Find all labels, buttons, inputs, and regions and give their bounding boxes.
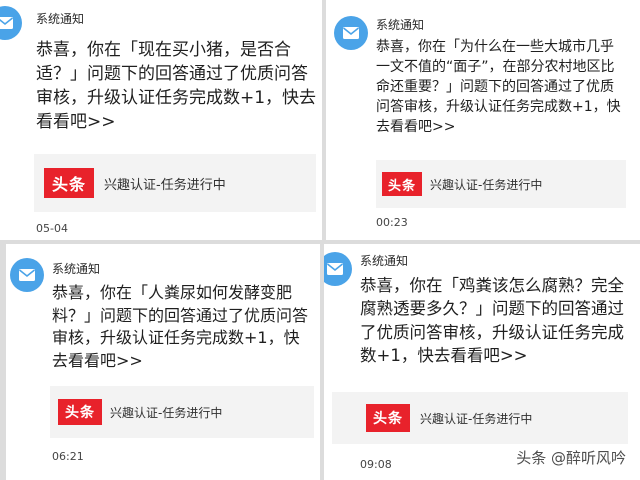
notification-message: 恭喜，你在「人粪尿如何发酵变肥料？」问题下的回答通过了优质问答审核，升级认证任务… bbox=[52, 283, 309, 371]
toutiao-logo: 头条 bbox=[58, 399, 102, 425]
toutiao-logo: 头条 bbox=[366, 404, 410, 432]
sender-name: 系统通知 bbox=[376, 18, 425, 32]
timestamp: 09:08 bbox=[360, 458, 392, 471]
mail-envelope-icon bbox=[10, 258, 44, 292]
mail-envelope-icon bbox=[324, 252, 352, 286]
notification-message: 恭喜，你在「鸡粪该怎么腐熟？完全腐熟透要多久？」问题下的回答通过了优质问答审核，… bbox=[360, 276, 624, 366]
timestamp: 06:21 bbox=[52, 450, 84, 463]
notification-message: 恭喜，你在「现在买小猪，是否合适？」问题下的回答通过了优质问答审核，升级认证任务… bbox=[36, 40, 317, 133]
link-text: 兴趣认证-任务进行中 bbox=[104, 177, 226, 193]
link-text: 兴趣认证-任务进行中 bbox=[430, 177, 543, 192]
notification-card[interactable]: 系统通知 恭喜，你在「人粪尿如何发酵变肥料？」问题下的回答通过了优质问答审核，升… bbox=[6, 244, 320, 480]
notification-card[interactable]: 系统通知 恭喜，你在「为什么在一些大城市几乎一文不值的“面子”，在部分农村地区比… bbox=[326, 0, 640, 240]
certification-link[interactable]: 头条 兴趣认证-任务进行中 bbox=[34, 154, 316, 212]
sender-name: 系统通知 bbox=[36, 12, 85, 26]
timestamp: 05-04 bbox=[36, 222, 68, 235]
certification-link[interactable]: 头条 兴趣认证-任务进行中 bbox=[50, 386, 314, 438]
link-text: 兴趣认证-任务进行中 bbox=[110, 405, 223, 420]
mail-envelope-icon bbox=[334, 16, 368, 50]
notification-message: 恭喜，你在「为什么在一些大城市几乎一文不值的“面子”，在部分农村地区比命还重要？… bbox=[376, 39, 621, 135]
sender-name: 系统通知 bbox=[360, 254, 409, 268]
notification-card[interactable]: 系统通知 恭喜，你在「鸡粪该怎么腐熟？完全腐熟透要多久？」问题下的回答通过了优质… bbox=[324, 244, 640, 480]
link-text: 兴趣认证-任务进行中 bbox=[420, 411, 533, 426]
toutiao-logo: 头条 bbox=[44, 168, 94, 198]
timestamp: 00:23 bbox=[376, 216, 408, 229]
toutiao-logo: 头条 bbox=[382, 172, 422, 196]
watermark: 头条 @醉听风吟 bbox=[516, 449, 626, 467]
sender-name: 系统通知 bbox=[52, 262, 101, 276]
notification-card[interactable]: 系统通知 恭喜，你在「现在买小猪，是否合适？」问题下的回答通过了优质问答审核，升… bbox=[0, 0, 322, 240]
certification-link[interactable]: 头条 兴趣认证-任务进行中 bbox=[332, 392, 628, 444]
mail-envelope-icon bbox=[0, 6, 22, 40]
certification-link[interactable]: 头条 兴趣认证-任务进行中 bbox=[376, 160, 626, 208]
